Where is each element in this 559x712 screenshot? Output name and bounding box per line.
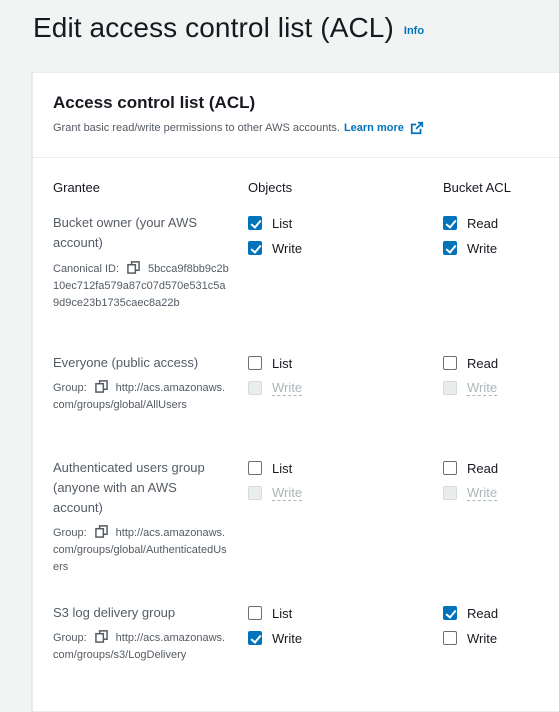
bucket-write-checkbox: Write xyxy=(443,379,498,396)
objects-write-checkbox-box[interactable] xyxy=(248,631,262,645)
bucket-read-checkbox-label: Read xyxy=(467,460,499,476)
bucket-write-checkbox-label: Write xyxy=(467,379,498,396)
objects-list-checkbox-label: List xyxy=(272,355,293,371)
bucket-read-checkbox[interactable]: Read xyxy=(443,215,498,231)
objects-list-checkbox[interactable]: List xyxy=(248,215,292,231)
grantee-name: Everyone (public access) xyxy=(53,355,199,370)
grantee-name: S3 log delivery group xyxy=(53,605,176,620)
bucket-write-checkbox-label: Write xyxy=(467,484,498,501)
bucket-write-checkbox[interactable]: Write xyxy=(443,630,497,646)
copy-icon[interactable] xyxy=(94,525,108,538)
acl-panel: Access control list (ACL) Grant basic re… xyxy=(32,72,559,712)
bucket-read-checkbox-box[interactable] xyxy=(443,461,457,475)
grantee-identifier: Group: http://acs.amazonaws.com/groups/gl… xyxy=(53,380,229,414)
bucket-read-checkbox[interactable]: Read xyxy=(443,460,498,476)
copy-icon[interactable] xyxy=(127,261,140,274)
external-link-icon[interactable] xyxy=(410,121,424,135)
info-link[interactable]: Info xyxy=(404,25,424,37)
bucket-write-checkbox[interactable]: Write xyxy=(443,240,497,256)
bucket-write-checkbox-label: Write xyxy=(467,630,498,646)
bucket-read-checkbox[interactable]: Read xyxy=(443,355,498,371)
bucket-write-checkbox-box xyxy=(443,486,457,500)
objects-write-checkbox-box[interactable] xyxy=(248,241,262,255)
objects-write-checkbox-box xyxy=(248,486,262,500)
objects-list-checkbox-box[interactable] xyxy=(248,606,262,620)
grantee-identifier: Group: http://acs.amazonaws.com/groups/s3… xyxy=(53,630,229,664)
objects-write-checkbox[interactable]: Write xyxy=(248,630,302,646)
objects-list-checkbox-label: List xyxy=(272,605,293,621)
grantee-identifier-label: Group: xyxy=(53,632,87,644)
bucket-read-checkbox-box[interactable] xyxy=(443,216,457,230)
grantee-identifier: Group: http://acs.amazonaws.com/groups/gl… xyxy=(53,525,229,576)
objects-write-checkbox-label: Write xyxy=(272,379,303,396)
page-title: Edit access control list (ACL) xyxy=(33,12,394,43)
panel-title: Access control list (ACL) xyxy=(53,93,256,112)
page-header: Edit access control list (ACL) Info xyxy=(33,12,424,44)
objects-list-checkbox-box[interactable] xyxy=(248,216,262,230)
column-header-grantee: Grantee xyxy=(53,180,100,195)
objects-write-checkbox[interactable]: Write xyxy=(248,240,302,256)
panel-description: Grant basic read/write permissions to ot… xyxy=(53,121,559,135)
objects-list-checkbox[interactable]: List xyxy=(248,460,292,476)
objects-list-checkbox[interactable]: List xyxy=(248,355,292,371)
bucket-read-checkbox-label: Read xyxy=(467,355,499,371)
bucket-read-checkbox[interactable]: Read xyxy=(443,605,498,621)
bucket-read-checkbox-box[interactable] xyxy=(443,606,457,620)
learn-more-link[interactable]: Learn more xyxy=(344,122,404,134)
objects-write-checkbox-box xyxy=(248,381,262,395)
objects-list-checkbox[interactable]: List xyxy=(248,605,292,621)
copy-icon[interactable] xyxy=(94,380,108,393)
grantee-identifier: Canonical ID: 5bcca9f8bb9c2b10ec712fa579a… xyxy=(53,261,229,312)
objects-list-checkbox-label: List xyxy=(272,215,293,231)
copy-icon[interactable] xyxy=(94,630,108,643)
objects-write-checkbox: Write xyxy=(248,379,303,396)
objects-write-checkbox-label: Write xyxy=(272,630,303,646)
objects-list-checkbox-box[interactable] xyxy=(248,356,262,370)
panel-description-text: Grant basic read/write permissions to ot… xyxy=(53,122,340,134)
bucket-write-checkbox-label: Write xyxy=(467,240,498,256)
grantee-name: Bucket owner (your AWS account) xyxy=(53,215,198,250)
bucket-read-checkbox-label: Read xyxy=(467,605,499,621)
bucket-write-checkbox: Write xyxy=(443,484,498,501)
column-header-bucket-acl: Bucket ACL xyxy=(443,180,511,195)
bucket-write-checkbox-box[interactable] xyxy=(443,631,457,645)
column-header-objects: Objects xyxy=(248,180,293,195)
objects-write-checkbox-label: Write xyxy=(272,240,303,256)
grantee-identifier-label: Canonical ID: xyxy=(53,263,120,275)
objects-list-checkbox-box[interactable] xyxy=(248,461,262,475)
bucket-write-checkbox-box[interactable] xyxy=(443,241,457,255)
panel-header: Access control list (ACL) Grant basic re… xyxy=(33,73,559,158)
grantee-name: Authenticated users group (anyone with a… xyxy=(53,460,205,515)
objects-list-checkbox-label: List xyxy=(272,460,293,476)
objects-write-checkbox: Write xyxy=(248,484,303,501)
bucket-write-checkbox-box xyxy=(443,381,457,395)
bucket-read-checkbox-label: Read xyxy=(467,215,499,231)
grantee-identifier-label: Group: xyxy=(53,527,87,539)
grantee-identifier-label: Group: xyxy=(53,382,87,394)
bucket-read-checkbox-box[interactable] xyxy=(443,356,457,370)
objects-write-checkbox-label: Write xyxy=(272,484,303,501)
